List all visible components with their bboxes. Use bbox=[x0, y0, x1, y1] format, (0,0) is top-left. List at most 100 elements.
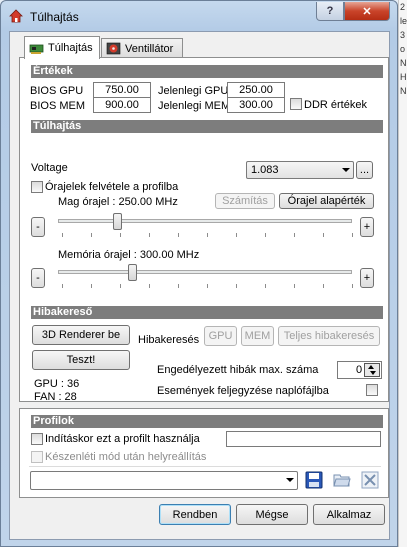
slider-tick bbox=[265, 284, 266, 288]
cancel-button[interactable]: Mégse bbox=[236, 504, 308, 525]
memory-clock-label: Memória órajel : 300.00 MHz bbox=[58, 249, 200, 261]
voltage-value: 1.083 bbox=[251, 164, 279, 176]
apply-button[interactable]: Alkalmaz bbox=[313, 504, 385, 525]
core-clock-slider-track[interactable] bbox=[58, 219, 352, 223]
fan-status: FAN : 28 bbox=[34, 391, 77, 403]
debug-mem-button[interactable]: MEM bbox=[241, 326, 274, 346]
tab-overclock[interactable]: Túlhajtás bbox=[24, 36, 100, 59]
slider-tick bbox=[294, 233, 295, 237]
test-button[interactable]: Teszt! bbox=[32, 350, 130, 370]
background-text: 2 bbox=[400, 2, 406, 12]
background-text: o bbox=[400, 44, 406, 54]
fan-icon bbox=[106, 42, 121, 55]
open-profile-button[interactable] bbox=[332, 470, 352, 490]
debug-label: Hibakeresés bbox=[138, 334, 200, 346]
save-profile-button[interactable] bbox=[304, 470, 324, 490]
tab-fan[interactable]: Ventillátor bbox=[101, 38, 183, 58]
tab-fan-label: Ventillátor bbox=[125, 42, 174, 55]
section-overclock-header: Túlhajtás bbox=[31, 120, 383, 133]
current-gpu-field[interactable]: 250.00 bbox=[227, 82, 285, 98]
startup-profile-label: Indításkor ezt a profilt használja bbox=[45, 433, 200, 445]
close-button[interactable]: ✕ bbox=[344, 2, 390, 21]
spinner-arrows-icon[interactable] bbox=[364, 363, 380, 377]
memory-clock-decrease-button[interactable]: - bbox=[31, 268, 45, 288]
slider-tick bbox=[149, 233, 150, 237]
core-clock-slider-thumb[interactable] bbox=[113, 213, 122, 230]
ddr-values-label: DDR értékek bbox=[304, 99, 367, 111]
default-clock-label: Órajel alapérték bbox=[287, 195, 366, 207]
log-events-label: Események feljegyzése naplófájlba bbox=[157, 385, 329, 397]
current-mem-field[interactable]: 300.00 bbox=[227, 97, 285, 113]
core-clock-label: Mag órajel : 250.00 MHz bbox=[58, 196, 178, 208]
startup-profile-field[interactable] bbox=[226, 431, 381, 447]
slider-tick bbox=[323, 233, 324, 237]
startup-profile-checkbox[interactable] bbox=[31, 433, 43, 445]
delete-x-icon bbox=[361, 471, 379, 489]
slider-tick bbox=[265, 233, 266, 237]
slider-tick bbox=[178, 233, 179, 237]
slider-tick bbox=[236, 233, 237, 237]
ok-button[interactable]: Rendben bbox=[159, 504, 231, 525]
slider-tick bbox=[62, 233, 63, 237]
slider-tick bbox=[178, 284, 179, 288]
delete-profile-button[interactable] bbox=[360, 470, 380, 490]
restore-label: Készenléti mód után helyreállítás bbox=[45, 451, 207, 463]
help-button[interactable]: ? bbox=[316, 2, 344, 21]
section-debugger-header: Hibakereső bbox=[31, 306, 383, 319]
background-window-edge: 2 le 3 o N H N bbox=[398, 0, 407, 547]
background-text: le bbox=[400, 16, 407, 26]
slider-tick bbox=[236, 284, 237, 288]
slider-tick bbox=[323, 284, 324, 288]
max-errors-value: 0 bbox=[356, 364, 363, 376]
slider-tick bbox=[120, 284, 121, 288]
background-text: 3 bbox=[400, 30, 406, 40]
voltage-more-button[interactable]: ... bbox=[356, 161, 373, 179]
slider-tick bbox=[294, 284, 295, 288]
background-text: N bbox=[400, 58, 407, 68]
voltage-label: Voltage bbox=[31, 162, 68, 174]
window-title: Túlhajtás bbox=[30, 10, 79, 24]
section-profiles-header: Profilok bbox=[31, 415, 383, 428]
bios-gpu-field[interactable]: 750.00 bbox=[93, 82, 151, 98]
slider-tick bbox=[91, 233, 92, 237]
chevron-down-icon bbox=[342, 168, 350, 172]
current-gpu-label: Jelenlegi GPU bbox=[158, 85, 229, 97]
default-clock-button[interactable]: Órajel alapérték bbox=[279, 193, 374, 209]
slider-tick bbox=[62, 284, 63, 288]
title-bar[interactable]: Túlhajtás ? ✕ bbox=[1, 1, 397, 31]
bios-mem-field[interactable]: 900.00 bbox=[93, 97, 151, 113]
background-text: H bbox=[400, 72, 407, 82]
app-house-icon bbox=[9, 9, 23, 23]
memory-clock-increase-button[interactable]: + bbox=[360, 268, 374, 288]
record-clocks-label: Órajelek felvétele a profilba bbox=[45, 181, 179, 193]
tab-overclock-label: Túlhajtás bbox=[48, 42, 93, 54]
floppy-disk-icon bbox=[305, 471, 323, 489]
current-mem-label: Jelenlegi MEM bbox=[158, 100, 231, 112]
core-clock-decrease-button[interactable]: - bbox=[31, 217, 45, 237]
voltage-select[interactable]: 1.083 bbox=[246, 161, 354, 179]
chevron-down-icon bbox=[286, 478, 294, 482]
slider-tick bbox=[120, 233, 121, 237]
log-events-checkbox[interactable] bbox=[366, 384, 378, 396]
background-text: N bbox=[400, 86, 407, 96]
profiles-divider bbox=[29, 466, 381, 467]
gpu-card-icon bbox=[29, 44, 44, 54]
folder-open-icon bbox=[333, 474, 351, 487]
memory-clock-slider-thumb[interactable] bbox=[128, 264, 137, 281]
calculate-button[interactable]: Számítás bbox=[215, 193, 275, 209]
bios-gpu-label: BIOS GPU bbox=[30, 85, 84, 97]
max-errors-spinner[interactable]: 0 bbox=[337, 361, 382, 379]
profile-select[interactable] bbox=[30, 471, 298, 490]
memory-clock-slider-track[interactable] bbox=[58, 270, 352, 274]
renderer-button[interactable]: 3D Renderer be bbox=[32, 325, 130, 345]
record-clocks-checkbox[interactable] bbox=[31, 181, 43, 193]
bios-mem-label: BIOS MEM bbox=[30, 100, 86, 112]
section-values-header: Értékek bbox=[31, 65, 383, 78]
gpu-status: GPU : 36 bbox=[34, 378, 80, 390]
full-debug-button[interactable]: Teljes hibakeresés bbox=[278, 326, 380, 346]
core-clock-increase-button[interactable]: + bbox=[360, 217, 374, 237]
debug-gpu-button[interactable]: GPU bbox=[204, 326, 237, 346]
slider-tick bbox=[352, 284, 353, 288]
restore-checkbox[interactable] bbox=[31, 451, 43, 463]
ddr-values-checkbox[interactable] bbox=[290, 98, 302, 110]
